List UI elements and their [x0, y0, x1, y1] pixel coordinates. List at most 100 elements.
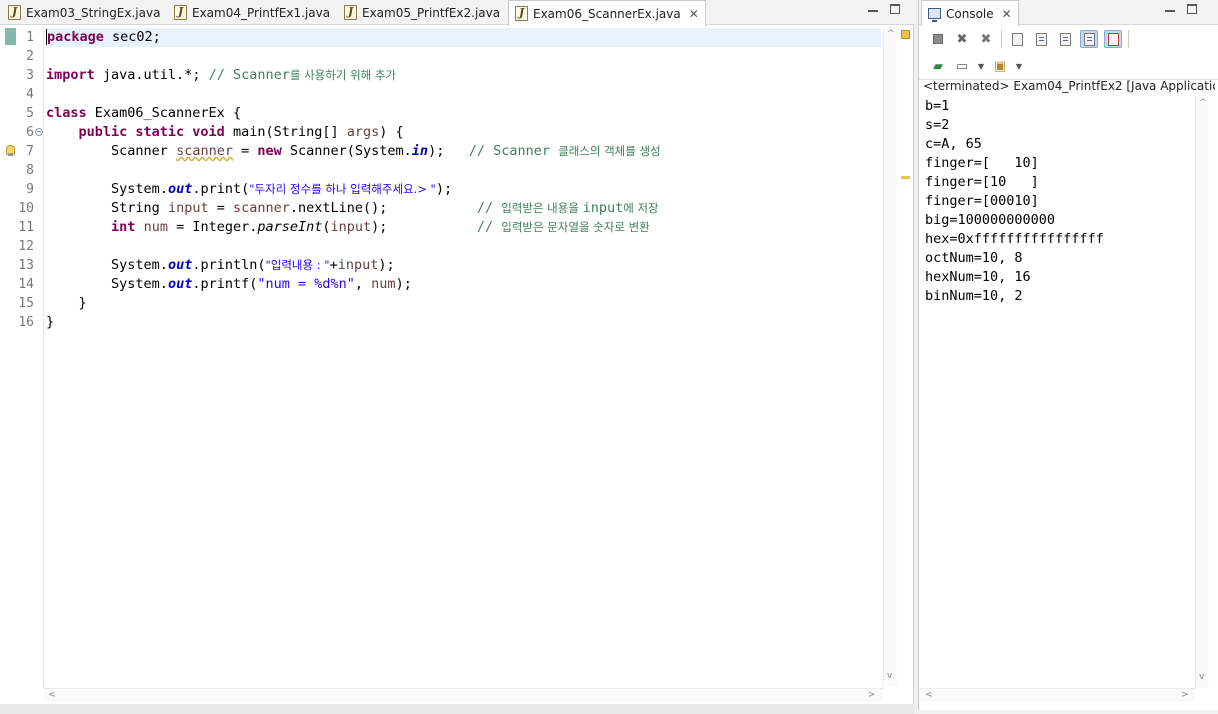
scroll-right-icon[interactable]: >: [1181, 690, 1189, 700]
scroll-lock-icon[interactable]: [1032, 30, 1050, 48]
fold-collapse-icon[interactable]: −: [35, 128, 43, 136]
warning-marker[interactable]: [901, 176, 910, 179]
code-text: );: [371, 219, 477, 235]
tab-exam05[interactable]: Exam05_PrintfEx2.java: [344, 0, 500, 25]
console-horizontal-scrollbar[interactable]: < >: [919, 688, 1195, 702]
output-line: finger=[00010]: [925, 193, 1039, 209]
overview-ruler[interactable]: [898, 27, 913, 687]
comment: // 입력받은 문자열을 숫자로 변환: [477, 219, 650, 235]
code-line-11: int num = Integer.parseInt(input); // 입력…: [46, 218, 881, 237]
scroll-left-icon[interactable]: <: [48, 690, 56, 700]
comment: // Scanner를 사용하기 위해 추가: [209, 67, 396, 83]
parameter: args: [346, 124, 380, 140]
warning-lightbulb-icon[interactable]: [4, 145, 16, 157]
open-console-icon[interactable]: ▣: [991, 57, 1009, 75]
code-editor[interactable]: Exam03_StringEx.java Exam04_PrintfEx1.ja…: [0, 0, 914, 714]
close-tab-icon[interactable]: ✕: [689, 7, 699, 21]
code-text: .printf(: [192, 276, 258, 292]
scroll-up-icon[interactable]: ^: [887, 29, 895, 39]
terminate-icon[interactable]: [929, 30, 947, 48]
tab-exam03[interactable]: Exam03_StringEx.java: [8, 0, 160, 25]
output-line: finger=[10 ]: [925, 174, 1039, 190]
line-number: 15: [18, 296, 34, 311]
minimize-icon[interactable]: [868, 10, 878, 12]
scroll-down-icon[interactable]: v: [887, 671, 892, 681]
tab-label: Exam05_PrintfEx2.java: [362, 5, 501, 20]
static-method: parseInt: [257, 219, 323, 235]
code-text: main(String[]: [224, 124, 347, 140]
show-on-stdout-icon[interactable]: [1080, 30, 1098, 48]
tab-console[interactable]: Console ✕: [921, 0, 1019, 26]
editor-vertical-scrollbar[interactable]: ^ v: [883, 27, 897, 687]
tab-exam06-active[interactable]: Exam06_ScannerEx.java ✕: [508, 0, 706, 26]
editor-horizontal-scrollbar[interactable]: < >: [44, 688, 883, 702]
code-text: Scanner: [111, 143, 177, 159]
string-korean: "입력내용 : ": [265, 258, 330, 272]
comment: // Scanner 클래스의 객체를 생성: [469, 143, 661, 159]
tab-exam04[interactable]: Exam04_PrintfEx1.java: [174, 0, 330, 25]
line-number: 3: [26, 68, 34, 83]
toolbar-separator: [1001, 30, 1002, 48]
keyword: class: [46, 105, 87, 121]
display-selected-console-icon[interactable]: ▭: [953, 57, 971, 75]
remove-launch-icon[interactable]: ✖: [953, 30, 971, 48]
scroll-down-icon[interactable]: v: [1199, 672, 1204, 682]
string-literal: "num = %d%n": [257, 276, 355, 292]
output-line: s=2: [925, 117, 950, 133]
string-literal: "입력내용 : ": [265, 257, 329, 273]
code-text: );: [428, 143, 469, 159]
pin-console-icon[interactable]: ▰: [929, 57, 947, 75]
remove-all-terminated-icon[interactable]: ✖: [977, 30, 995, 48]
local-variable: num: [371, 276, 396, 292]
code-text: ,: [354, 276, 372, 292]
java-file-icon: [515, 6, 528, 21]
code-text: String: [111, 200, 168, 216]
code-text: );: [435, 181, 453, 197]
local-variable: input: [337, 257, 379, 273]
code-text: System.: [111, 276, 168, 292]
local-variable: input: [330, 219, 372, 235]
console-process-label: <terminated> Exam04_PrintfEx2 [Java Appl…: [923, 79, 1215, 93]
maximize-icon[interactable]: [1187, 4, 1197, 14]
code-text: =: [232, 143, 258, 159]
line-number: 10: [18, 201, 34, 216]
chevron-down-icon[interactable]: ▼: [1015, 57, 1023, 75]
scroll-left-icon[interactable]: <: [925, 690, 933, 700]
output-line: big=100000000000: [925, 212, 1056, 228]
chevron-down-icon[interactable]: ▼: [977, 57, 985, 75]
java-file-icon: [344, 5, 357, 20]
comment: // 입력받은 내용을 input에 저장: [477, 200, 659, 216]
code-line-13: System.out.println("입력내용 : "+input);: [46, 256, 881, 275]
console-vertical-scrollbar[interactable]: ^ v: [1195, 96, 1209, 688]
minimize-icon[interactable]: [1165, 10, 1175, 12]
line-number: 13: [18, 258, 34, 273]
editor-tab-bar: Exam03_StringEx.java Exam04_PrintfEx1.ja…: [0, 0, 914, 26]
word-wrap-icon[interactable]: [1056, 30, 1074, 48]
show-on-stderr-icon[interactable]: [1104, 30, 1122, 48]
code-text: ) {: [379, 124, 404, 140]
scroll-right-icon[interactable]: >: [868, 690, 876, 700]
static-field: out: [167, 276, 193, 292]
static-field: out: [167, 181, 193, 197]
code-text: System.: [111, 257, 168, 273]
clear-console-icon[interactable]: [1008, 30, 1026, 48]
maximize-icon[interactable]: [890, 4, 900, 14]
code-text-area[interactable]: package sec02; import java.util.*; // Sc…: [46, 28, 881, 332]
output-line: c=A, 65: [925, 136, 982, 152]
code-text: (: [322, 219, 331, 235]
keyword: int: [111, 219, 136, 235]
scroll-up-icon[interactable]: ^: [1199, 98, 1207, 108]
code-line-15: }: [46, 295, 87, 311]
line-number-text: 6: [26, 125, 34, 140]
close-tab-icon[interactable]: ✕: [1002, 7, 1012, 21]
output-line: hexNum=10, 16: [925, 269, 1031, 285]
line-number: 2: [26, 49, 34, 64]
code-text: java.util.*;: [94, 67, 209, 83]
code-line-5: class Exam06_ScannerEx {: [46, 104, 881, 123]
console-output[interactable]: b=1 s=2 c=A, 65 finger=[ 10] finger=[10 …: [925, 97, 1195, 306]
warning-summary-icon[interactable]: [901, 30, 910, 39]
